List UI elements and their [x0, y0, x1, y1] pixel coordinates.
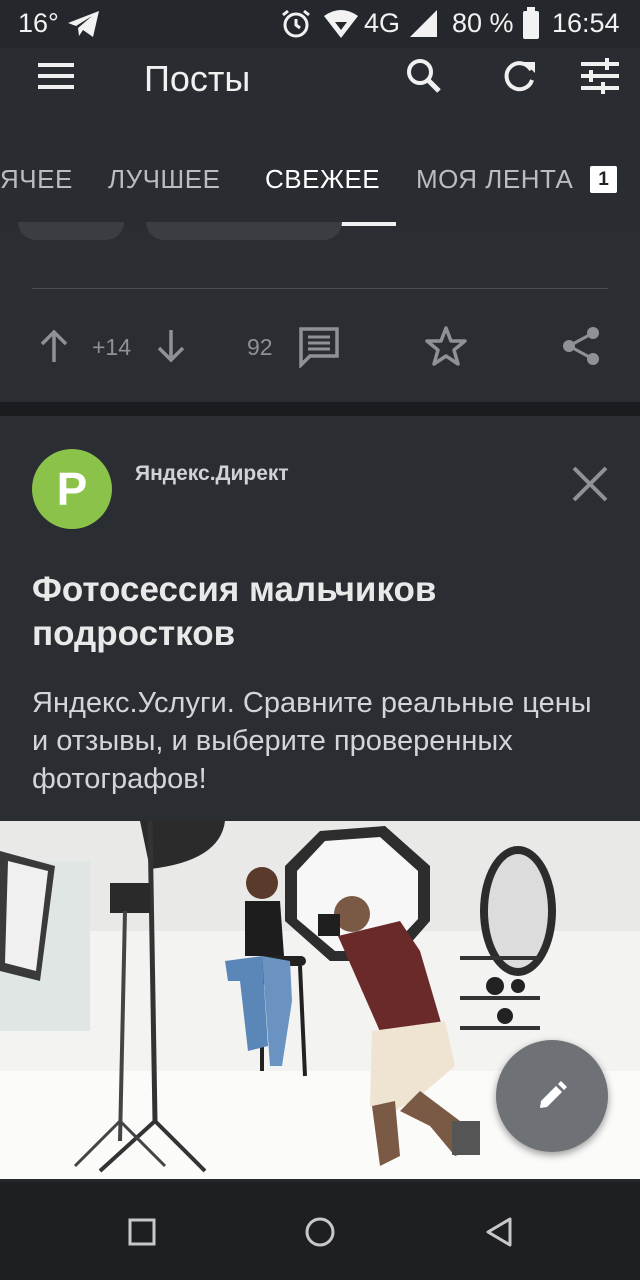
page-title: Посты — [144, 58, 251, 99]
battery-icon — [523, 7, 539, 39]
post-card — [0, 226, 640, 402]
tag-chip[interactable] — [146, 222, 342, 240]
menu-icon[interactable] — [32, 52, 80, 100]
bookmark-star-icon[interactable] — [424, 325, 468, 367]
search-icon[interactable] — [400, 52, 448, 100]
my-feed-count-badge: 1 — [590, 166, 617, 193]
battery-percent: 80 % — [452, 8, 514, 38]
avatar: P — [32, 449, 112, 529]
ad-source: Яндекс.Директ — [135, 462, 289, 485]
signal-icon — [410, 10, 437, 37]
tab-hot[interactable]: ЯЧЕЕ — [0, 164, 73, 195]
share-icon[interactable] — [560, 325, 602, 367]
pencil-icon — [540, 1081, 567, 1108]
comments-icon[interactable] — [298, 326, 340, 368]
home-icon[interactable] — [304, 1216, 336, 1248]
ad-title[interactable]: Фотосессия мальчиков подростков — [32, 568, 608, 656]
tab-fresh[interactable]: СВЕЖЕЕ — [265, 164, 380, 195]
recent-apps-icon[interactable] — [128, 1218, 156, 1246]
downvote-icon[interactable] — [155, 328, 187, 364]
app-toolbar — [0, 48, 640, 226]
network-type: 4G — [364, 8, 401, 38]
telegram-icon — [68, 11, 99, 37]
alarm-icon — [282, 9, 310, 38]
back-icon[interactable] — [484, 1216, 514, 1248]
divider — [32, 288, 608, 289]
feed-separator — [0, 402, 640, 416]
status-bar: 16° 4G 80 % 16:54 — [0, 0, 640, 48]
filter-icon[interactable] — [576, 52, 624, 100]
tab-my-feed[interactable]: МОЯ ЛЕНТА — [416, 164, 573, 195]
upvote-icon[interactable] — [38, 328, 70, 364]
tab-best[interactable]: ЛУЧШЕЕ — [108, 164, 220, 195]
create-post-button[interactable] — [496, 1040, 608, 1152]
ad-description: Яндекс.Услуги. Сравните реальные цены и … — [32, 687, 592, 795]
tag-chip[interactable] — [18, 222, 124, 240]
temperature: 16° — [18, 8, 59, 38]
clock: 16:54 — [552, 8, 620, 38]
post-rating: +14 — [92, 334, 132, 360]
wifi-icon — [324, 10, 358, 38]
comment-count: 92 — [247, 334, 273, 360]
refresh-icon[interactable] — [496, 52, 544, 100]
close-icon[interactable] — [570, 464, 610, 504]
